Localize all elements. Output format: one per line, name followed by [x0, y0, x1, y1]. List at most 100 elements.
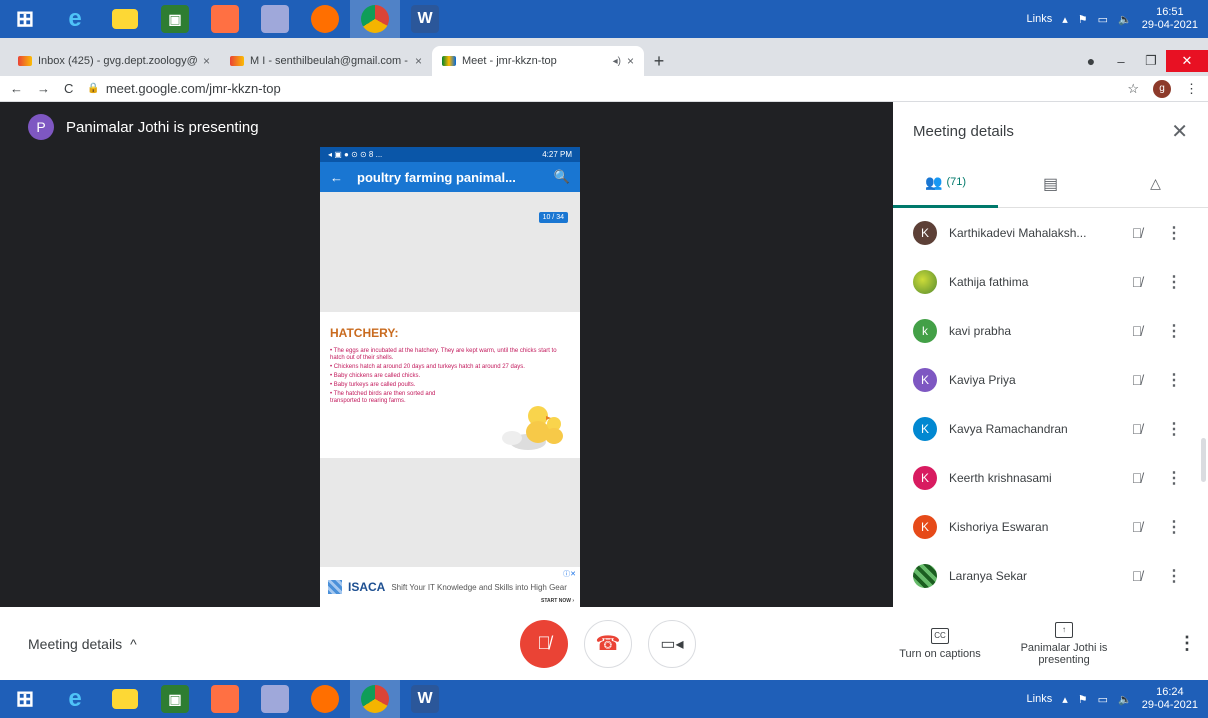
internet-explorer-icon[interactable]: e: [50, 680, 100, 718]
url-field[interactable]: 🔒 meet.google.com/jmr-kkzn-top: [87, 81, 1113, 96]
phone-search-icon: 🔍: [553, 169, 570, 184]
restore-icon[interactable]: ❐: [1136, 53, 1166, 69]
profile-avatar[interactable]: g: [1153, 79, 1171, 98]
more-options-icon[interactable]: ⋮: [1160, 517, 1188, 537]
clock[interactable]: 16:24 29-04-2021: [1142, 686, 1198, 712]
more-options-icon[interactable]: ⋮: [1160, 321, 1188, 341]
meeting-controls-bar: Meeting details ^ 🎙̸ ☎ ▭◂ CC Turn on cap…: [0, 607, 1208, 680]
phone-app-bar: ← poultry farming panimal... 🔍: [320, 162, 580, 192]
phone-status-bar: ◂ ▣ ● ⊙ ⊙ 8 ... 4:27 PM: [320, 147, 580, 162]
tab-meet[interactable]: Meet - jmr-kkzn-top ◂) ×: [432, 46, 644, 76]
file-explorer-icon[interactable]: [100, 680, 150, 718]
paint-icon[interactable]: [200, 680, 250, 718]
network-icon[interactable]: ▭: [1098, 693, 1108, 706]
meeting-details-label: Meeting details: [28, 635, 123, 652]
panel-scrollbar[interactable]: [1201, 438, 1206, 482]
tab-title: Meet - jmr-kkzn-top: [462, 55, 557, 67]
slide: HATCHERY: • The eggs are incubated at th…: [320, 312, 580, 458]
ad-cta: START NOW ›: [541, 598, 574, 604]
tab-close-icon[interactable]: ×: [627, 54, 634, 68]
tab-inbox[interactable]: Inbox (425) - gvg.dept.zoology@ ×: [8, 46, 220, 76]
ad-banner[interactable]: ISACA Shift Your IT Knowledge and Skills…: [320, 567, 580, 607]
close-window-icon[interactable]: ✕: [1166, 50, 1208, 72]
bookmark-star-icon[interactable]: ☆: [1127, 81, 1139, 97]
captions-icon: CC: [931, 627, 949, 644]
forward-icon[interactable]: →: [37, 81, 50, 96]
minimize-icon[interactable]: –: [1106, 54, 1136, 69]
firefox-icon[interactable]: [300, 680, 350, 718]
file-explorer-icon[interactable]: [100, 0, 150, 38]
list-item[interactable]: K Karthikadevi Mahalaksh... 🎙̸ ⋮: [893, 208, 1208, 257]
tab-close-icon[interactable]: ×: [203, 54, 210, 68]
list-item[interactable]: K Kishoriya Eswaran 🎙̸ ⋮: [893, 502, 1208, 551]
word-icon[interactable]: W: [400, 0, 450, 38]
paint-icon[interactable]: [200, 0, 250, 38]
word-icon[interactable]: W: [400, 680, 450, 718]
volume-icon[interactable]: 🔈: [1118, 693, 1132, 706]
new-tab-button[interactable]: +: [644, 46, 674, 76]
back-icon[interactable]: ←: [10, 81, 23, 96]
flag-icon[interactable]: ⚑: [1078, 13, 1088, 26]
mic-off-icon: 🎙̸: [1131, 567, 1143, 584]
internet-explorer-icon[interactable]: e: [50, 0, 100, 38]
clock[interactable]: 16:51 29-04-2021: [1142, 6, 1198, 32]
list-item[interactable]: K Keerth krishnasami 🎙̸ ⋮: [893, 453, 1208, 502]
presenter-banner: P Panimalar Jothi is presenting: [28, 114, 259, 140]
list-item[interactable]: k kavi prabha 🎙̸ ⋮: [893, 306, 1208, 355]
windows-start-icon[interactable]: ⊞: [0, 680, 50, 718]
profile-dot-icon[interactable]: ●: [1076, 53, 1106, 69]
tray-chevron-up-icon[interactable]: ▴: [1062, 693, 1068, 706]
tab-activities[interactable]: △: [1103, 160, 1208, 208]
list-item[interactable]: K Kavya Ramachandran 🎙̸ ⋮: [893, 404, 1208, 453]
more-options-icon[interactable]: ⋮: [1160, 468, 1188, 488]
taskbar-top: ⊞ e ▣ W Links ▴ ⚑ ▭ 🔈 16:51 29-04-2021: [0, 0, 1208, 38]
tray-links[interactable]: Links: [1027, 13, 1053, 25]
tab-chat[interactable]: ▤: [998, 160, 1103, 208]
browser-menu-icon[interactable]: ⋮: [1185, 81, 1198, 97]
tab-close-icon[interactable]: ×: [415, 54, 422, 68]
avatar: K: [913, 367, 937, 392]
volume-icon[interactable]: 🔈: [1118, 13, 1132, 26]
presenting-button[interactable]: ↑ Panimalar Jothi is presenting: [1014, 621, 1114, 666]
reload-icon[interactable]: C: [64, 81, 73, 96]
avatar: K: [913, 416, 937, 441]
chrome-icon[interactable]: [350, 680, 400, 718]
panel-close-icon[interactable]: ✕: [1171, 119, 1188, 144]
more-options-icon[interactable]: ⋮: [1160, 272, 1188, 292]
chrome-icon[interactable]: [350, 0, 400, 38]
more-options-icon[interactable]: ⋮: [1160, 370, 1188, 390]
more-options-icon[interactable]: ⋮: [1160, 419, 1188, 439]
paint-brush-icon[interactable]: [250, 0, 300, 38]
more-options-icon[interactable]: ⋮: [1160, 566, 1188, 586]
people-count: (71): [946, 176, 966, 188]
store-icon[interactable]: ▣: [150, 0, 200, 38]
list-item[interactable]: Laranya Sekar 🎙̸ ⋮: [893, 551, 1208, 600]
captions-button[interactable]: CC Turn on captions: [890, 627, 990, 660]
list-item[interactable]: Kathija fathima 🎙̸ ⋮: [893, 257, 1208, 306]
mic-toggle-button[interactable]: 🎙̸: [520, 619, 568, 668]
more-options-icon[interactable]: ⋮: [1178, 633, 1196, 654]
flag-icon[interactable]: ⚑: [1078, 693, 1088, 706]
more-options-icon[interactable]: ⋮: [1160, 223, 1188, 243]
tray-links[interactable]: Links: [1027, 693, 1053, 705]
network-icon[interactable]: ▭: [1098, 13, 1108, 26]
leave-call-button[interactable]: ☎: [584, 619, 632, 668]
store-icon[interactable]: ▣: [150, 680, 200, 718]
presenter-text: Panimalar Jothi is presenting: [66, 118, 259, 136]
tab-gmail[interactable]: M I - senthilbeulah@gmail.com - ×: [220, 46, 432, 76]
windows-start-icon[interactable]: ⊞: [0, 0, 50, 38]
address-bar: ← → C 🔒 meet.google.com/jmr-kkzn-top ☆ g…: [0, 76, 1208, 102]
firefox-icon[interactable]: [300, 0, 350, 38]
tray-chevron-up-icon[interactable]: ▴: [1062, 13, 1068, 26]
participant-name: Kishoriya Eswaran: [949, 519, 1049, 534]
mic-off-icon: 🎙̸: [1131, 371, 1143, 388]
mic-off-icon: 🎙̸: [537, 633, 551, 653]
meeting-details-toggle[interactable]: Meeting details ^: [28, 636, 137, 652]
tab-people[interactable]: 👥 (71): [893, 160, 998, 208]
slide-heading: HATCHERY:: [330, 326, 399, 340]
paint-brush-icon[interactable]: [250, 680, 300, 718]
gmail-icon: [18, 56, 32, 66]
camera-toggle-button[interactable]: ▭◂: [648, 619, 696, 668]
list-item[interactable]: K Kaviya Priya 🎙̸ ⋮: [893, 355, 1208, 404]
avatar: K: [913, 465, 937, 490]
